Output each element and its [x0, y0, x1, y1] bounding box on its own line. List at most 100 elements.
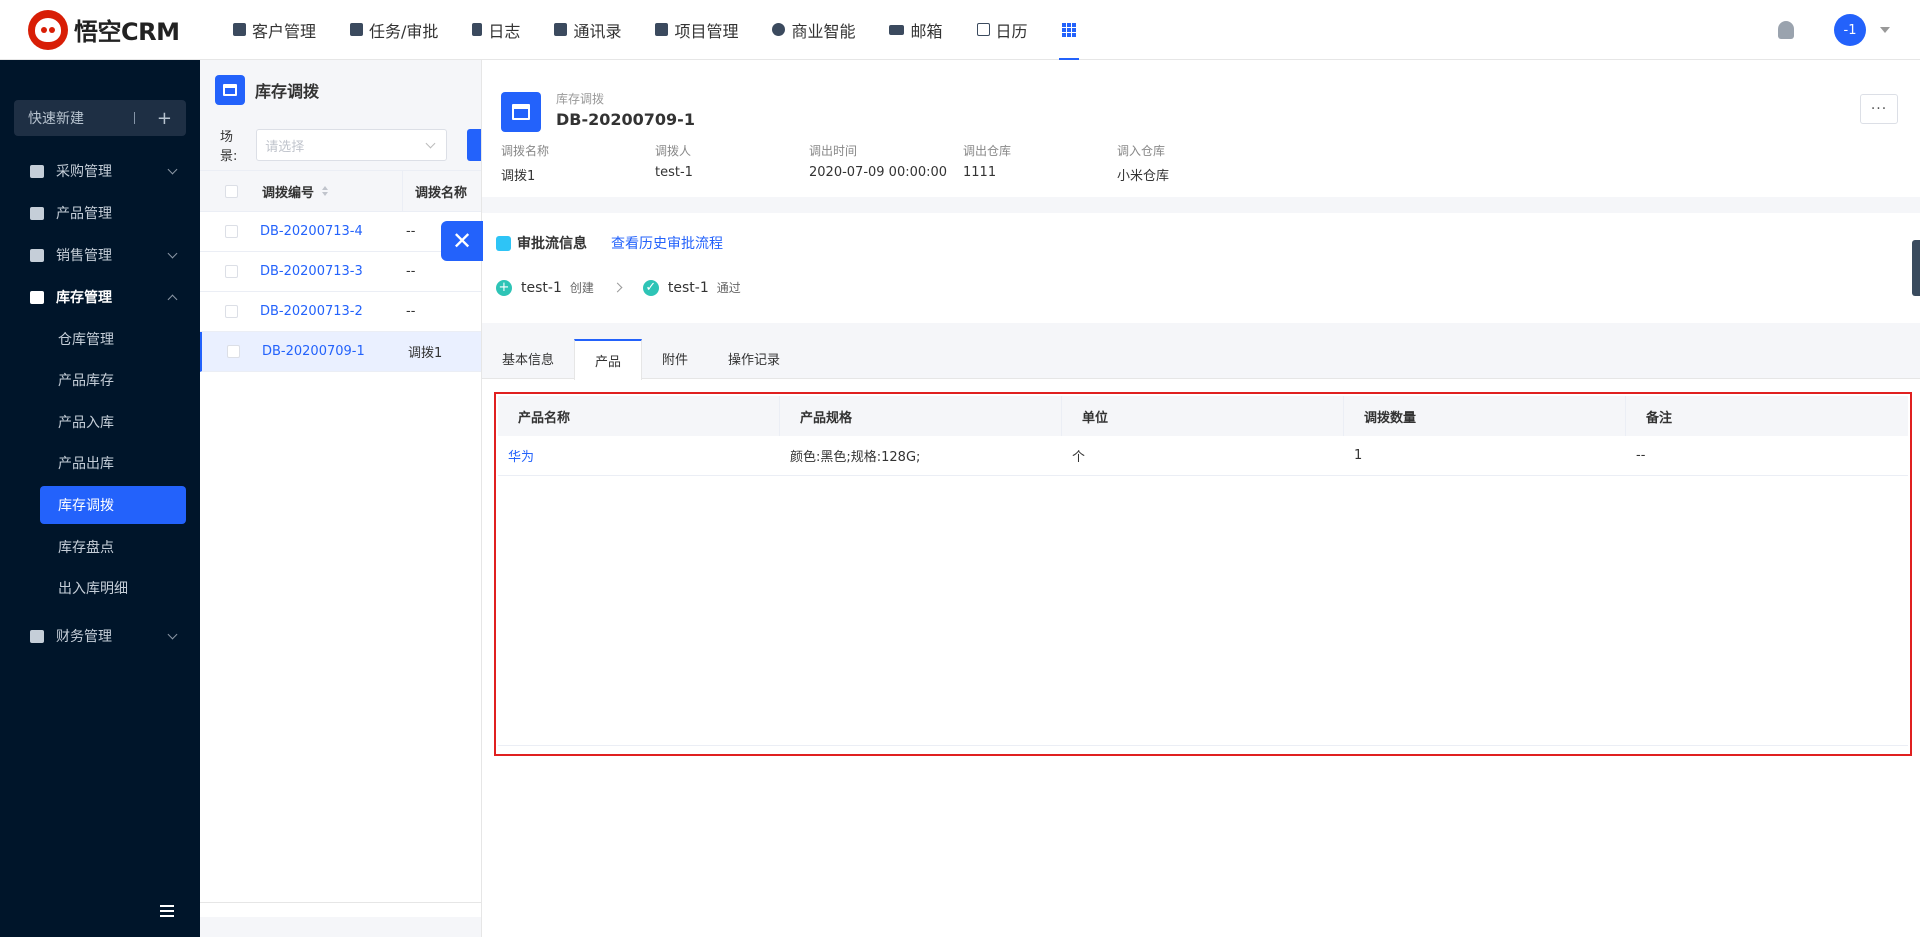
sidebar-sub-product-stock[interactable]: 产品库存: [0, 360, 200, 402]
scene-select[interactable]: 请选择: [256, 129, 448, 161]
create-button[interactable]: [467, 129, 481, 161]
more-button[interactable]: ···: [1860, 94, 1898, 124]
nav-label: 通讯录: [573, 21, 622, 41]
quick-new-button[interactable]: 快速新建 +: [14, 100, 186, 136]
table-header: 调拨编号 调拨名称: [200, 170, 481, 212]
page-title: 库存调拨: [255, 82, 320, 101]
nav-label: 项目管理: [674, 21, 739, 41]
nav-contacts[interactable]: 通讯录: [537, 0, 638, 60]
sidebar-sub-io-detail[interactable]: 出入库明细: [0, 568, 200, 610]
table-row[interactable]: DB-20200713-4 --: [200, 212, 481, 252]
transfer-list-panel: 库存调拨 场景: 请选择 调拨编号 调拨名称 DB-20200713-4 -- D…: [200, 60, 482, 937]
archive-icon: [215, 75, 245, 105]
tab-basic-info[interactable]: 基本信息: [482, 339, 574, 378]
nav-mail[interactable]: 邮箱: [872, 0, 959, 60]
transfer-number-link[interactable]: DB-20200709-1: [262, 344, 408, 359]
select-all-checkbox[interactable]: [225, 184, 238, 198]
transfer-number-link[interactable]: DB-20200713-2: [260, 304, 406, 319]
approval-user: test-1: [667, 279, 709, 296]
quick-new-label: 快速新建: [28, 111, 84, 127]
transfer-name: --: [406, 224, 416, 239]
column-header: 单位: [1062, 396, 1344, 436]
detail-header: 库存调拨 DB-20200709-1 ··· 调拨名称 调拨1 调拨人 test-1…: [482, 60, 1920, 197]
column-header: 备注: [1646, 410, 1673, 426]
product-name-link[interactable]: 华为: [498, 436, 780, 475]
briefcase-icon: [350, 23, 364, 36]
table-row[interactable]: DB-20200713-3 --: [200, 252, 481, 292]
tab-bar: 基本信息 产品 附件 操作记录: [482, 339, 1920, 380]
user-avatar[interactable]: -1: [1834, 14, 1866, 46]
sidebar-item-purchase[interactable]: 采购管理: [0, 150, 200, 192]
scene-placeholder: 请选择: [265, 139, 305, 155]
plus-icon: +: [156, 107, 172, 129]
table-row[interactable]: DB-20200709-1 调拨1: [200, 332, 481, 372]
approval-action: 通过: [716, 281, 741, 295]
product-unit: 个: [1072, 450, 1086, 465]
product-spec: 颜色:黑色;规格:128G;: [790, 450, 921, 465]
book-icon: [472, 23, 483, 36]
menu-collapse-icon[interactable]: [160, 905, 180, 919]
detail-type: 库存调拨: [556, 92, 605, 106]
bell-icon[interactable]: [1778, 21, 1794, 39]
sidebar-sub-stock-out[interactable]: 产品出库: [0, 443, 200, 485]
field-in-warehouse: 调入仓库 小米仓库: [1117, 144, 1170, 184]
divider: [498, 745, 1908, 746]
sidebar-sub-warehouse[interactable]: 仓库管理: [0, 318, 200, 360]
close-icon[interactable]: ✕: [441, 221, 483, 261]
sort-icon[interactable]: [322, 186, 329, 196]
row-checkbox[interactable]: [225, 225, 238, 238]
field-transfer-name: 调拨名称 调拨1: [501, 144, 550, 184]
nav-bi[interactable]: 商业智能: [755, 0, 872, 60]
sidebar-item-label: 库存管理: [56, 290, 112, 306]
column-header: 调拨编号: [262, 185, 315, 201]
nav-log[interactable]: 日志: [455, 0, 537, 60]
archive-icon: [30, 290, 44, 304]
table-row[interactable]: DB-20200713-2 --: [200, 292, 481, 332]
scene-label: 场景:: [220, 130, 238, 164]
approval-action: 创建: [569, 281, 594, 295]
nav-label: 商业智能: [791, 21, 856, 41]
sidebar-sub-transfer[interactable]: 库存调拨: [40, 486, 186, 524]
sidebar-item-inventory[interactable]: 库存管理: [0, 276, 200, 318]
sidebar-item-product[interactable]: 产品管理: [0, 192, 200, 234]
nav-customer[interactable]: 客户管理: [216, 0, 333, 60]
chevron-down-icon: [167, 629, 178, 640]
transfer-number-link[interactable]: DB-20200713-4: [260, 224, 406, 239]
sidebar-item-finance[interactable]: 财务管理: [0, 615, 200, 657]
chevron-down-icon: [167, 248, 178, 259]
sidebar-item-sales[interactable]: 销售管理: [0, 234, 200, 276]
nav-project[interactable]: 项目管理: [638, 0, 755, 60]
list-footer: [200, 917, 481, 937]
tab-attachments[interactable]: 附件: [642, 339, 708, 378]
plus-circle-icon: +: [496, 279, 512, 296]
monkey-logo-icon: [28, 9, 68, 50]
chevron-down-icon[interactable]: [1880, 27, 1890, 33]
side-drawer-handle[interactable]: [1912, 240, 1920, 296]
approval-title: 审批流信息: [517, 236, 587, 252]
nav-label: 客户管理: [252, 21, 317, 41]
tab-products[interactable]: 产品: [574, 339, 643, 380]
transfer-number-link[interactable]: DB-20200713-3: [260, 264, 406, 279]
nav-calendar[interactable]: 日历: [960, 0, 1045, 60]
sidebar-sub-stocktake[interactable]: 库存盘点: [0, 526, 200, 568]
nav-apps[interactable]: [1045, 0, 1093, 60]
logo[interactable]: 悟空CRM: [28, 9, 198, 50]
detail-panel: 库存调拨 DB-20200709-1 ··· 调拨名称 调拨1 调拨人 test-1…: [482, 60, 1920, 937]
row-checkbox[interactable]: [225, 265, 238, 278]
wallet-icon: [30, 629, 44, 643]
tab-operation-log[interactable]: 操作记录: [708, 339, 800, 378]
approval-history-link[interactable]: 查看历史审批流程: [611, 233, 723, 253]
row-checkbox[interactable]: [225, 305, 238, 318]
row-checkbox[interactable]: [227, 345, 240, 358]
sidebar-sub-stock-in[interactable]: 产品入库: [0, 401, 200, 443]
divider: [200, 902, 481, 903]
apps-grid-icon: [1061, 22, 1076, 37]
transfer-name: --: [406, 264, 416, 279]
nav-task-approval[interactable]: 任务/审批: [333, 0, 455, 60]
calendar-icon: [976, 23, 990, 36]
column-header: 产品规格: [780, 396, 1062, 436]
project-icon: [655, 23, 669, 36]
envelope-icon: [889, 24, 905, 35]
divider: [133, 112, 135, 124]
table-row: 华为 颜色:黑色;规格:128G; 个 1 --: [498, 436, 1908, 476]
